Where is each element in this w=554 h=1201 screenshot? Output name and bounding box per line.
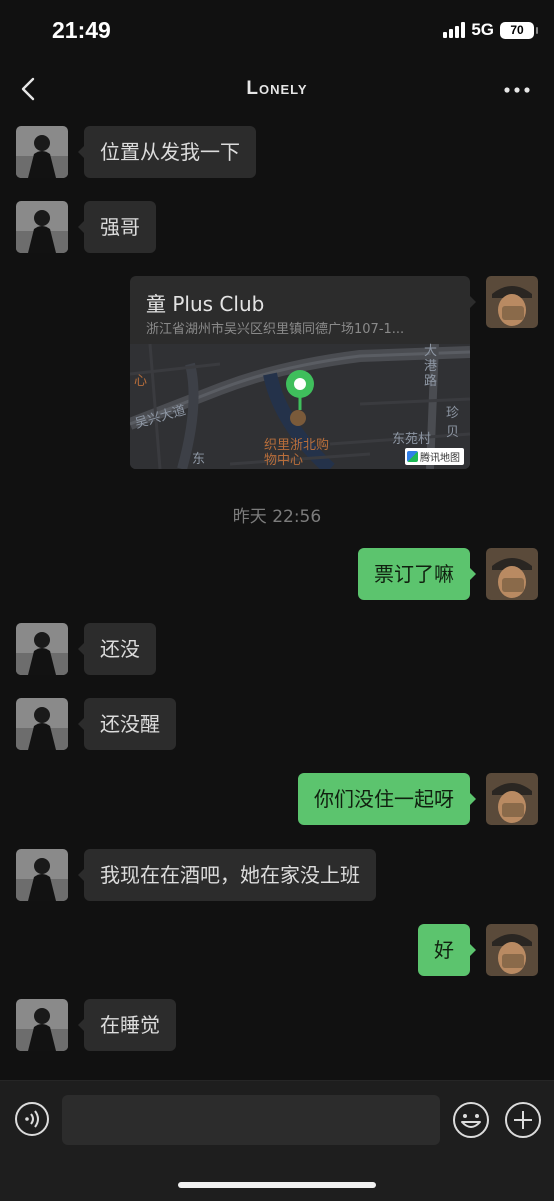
message-bubble[interactable]: 票订了嘛	[358, 548, 476, 600]
tencent-map-icon	[407, 451, 418, 462]
location-name: 童 Plus Club	[146, 292, 265, 316]
contact-avatar[interactable]	[16, 698, 68, 750]
more-dots-icon[interactable]	[502, 80, 532, 100]
message-bubble[interactable]: 位置从发我一下	[78, 126, 256, 178]
tencent-map-badge: 腾讯地图	[405, 448, 464, 465]
map-label: 心	[134, 374, 148, 389]
network-type: 5G	[471, 20, 494, 39]
contact-avatar[interactable]	[16, 849, 68, 901]
message-bubble[interactable]: 强哥	[78, 201, 156, 253]
my-avatar[interactable]	[486, 773, 538, 825]
status-indicators: 5G 70	[443, 20, 538, 40]
message-bubble[interactable]: 你们没住一起呀	[298, 773, 476, 825]
contact-avatar[interactable]	[16, 623, 68, 675]
map-label: 大港路	[424, 344, 438, 389]
message-bubble[interactable]: 还没	[78, 623, 156, 675]
message-bubble[interactable]: 还没醒	[78, 698, 176, 750]
message-list[interactable]: 位置从发我一下 强哥 童 Plus Club 浙江省湖州市吴兴区织里镇同德广场1…	[0, 118, 554, 1080]
map-poi-label: 织里浙北购物中心	[264, 438, 330, 468]
status-bar: 21:49 5G 70	[0, 0, 554, 62]
my-avatar[interactable]	[486, 548, 538, 600]
signal-icon	[443, 22, 466, 38]
chat-title: Lonely	[246, 78, 308, 99]
my-avatar[interactable]	[486, 924, 538, 976]
map-label: 东	[192, 452, 206, 467]
location-card[interactable]: 童 Plus Club 浙江省湖州市吴兴区织里镇同德广场107-1... 心 吴…	[130, 276, 470, 469]
message-bubble[interactable]: 在睡觉	[78, 999, 176, 1051]
message-input[interactable]	[62, 1095, 440, 1145]
location-address: 浙江省湖州市吴兴区织里镇同德广场107-1...	[146, 322, 405, 337]
location-map: 心 吴兴大道 东 织里浙北购物中心 大港路 珍贝 东苑村 腾讯地图	[130, 344, 470, 469]
contact-avatar[interactable]	[16, 201, 68, 253]
bubble-tail	[470, 296, 476, 308]
battery-icon: 70	[500, 21, 538, 39]
message-timestamp: 昨天 22:56	[232, 507, 322, 527]
status-time: 21:49	[52, 17, 111, 43]
message-bubble[interactable]: 我现在在酒吧，她在家没上班	[78, 849, 376, 901]
map-label: 珍贝	[446, 406, 460, 440]
contact-avatar[interactable]	[16, 126, 68, 178]
contact-avatar[interactable]	[16, 999, 68, 1051]
my-avatar[interactable]	[486, 276, 538, 328]
emoji-icon[interactable]	[452, 1101, 490, 1139]
home-indicator[interactable]	[178, 1182, 376, 1188]
voice-icon[interactable]	[14, 1101, 50, 1137]
chat-header: Lonely	[0, 62, 554, 118]
map-label: 东苑村	[392, 432, 432, 447]
message-bubble[interactable]: 好	[418, 924, 476, 976]
plus-icon[interactable]	[504, 1101, 542, 1139]
